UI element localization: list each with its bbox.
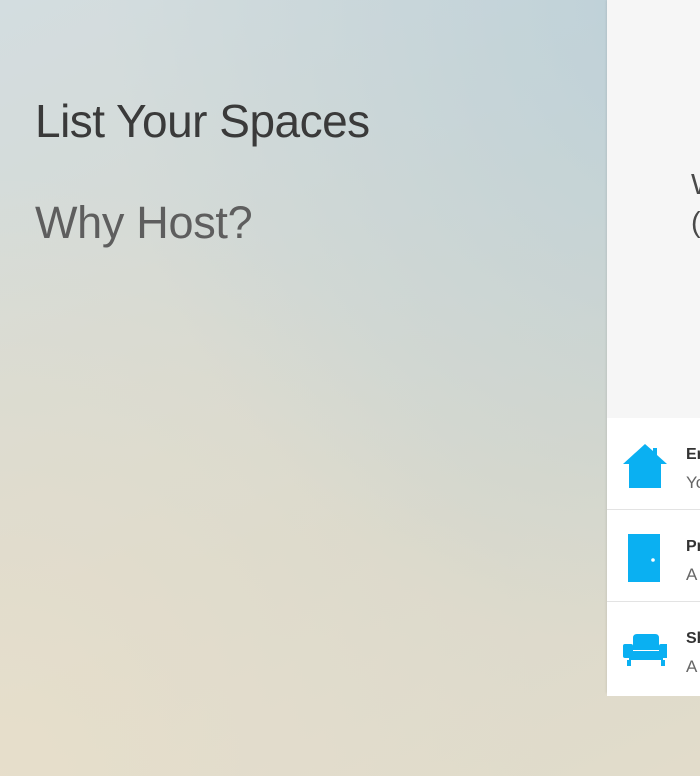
room-type-description: Yo xyxy=(686,473,700,492)
couch-icon xyxy=(623,626,667,674)
room-type-list: Er Yo Pr A xyxy=(607,418,700,696)
room-type-description: A xyxy=(686,657,698,676)
room-type-title: Sh xyxy=(686,630,700,647)
panel-heading-line-1: W xyxy=(691,166,700,204)
room-type-title: Pr xyxy=(686,538,700,555)
room-type-private-room[interactable]: Pr A xyxy=(607,510,700,602)
room-type-description: A xyxy=(686,565,698,584)
room-type-entire-place[interactable]: Er Yo xyxy=(607,418,700,510)
panel-heading: W ( xyxy=(691,166,700,242)
why-host-link[interactable]: Why Host? xyxy=(35,198,370,248)
door-icon xyxy=(623,534,667,582)
house-icon xyxy=(623,442,667,490)
list-space-panel: W ( Er Yo Pr A xyxy=(607,0,700,696)
panel-heading-line-2: ( xyxy=(691,207,700,239)
room-type-shared-room[interactable]: Sh A xyxy=(607,602,700,696)
hero: List Your Spaces Why Host? xyxy=(35,92,370,248)
page-title: List Your Spaces xyxy=(35,95,370,147)
room-type-title: Er xyxy=(686,446,700,463)
